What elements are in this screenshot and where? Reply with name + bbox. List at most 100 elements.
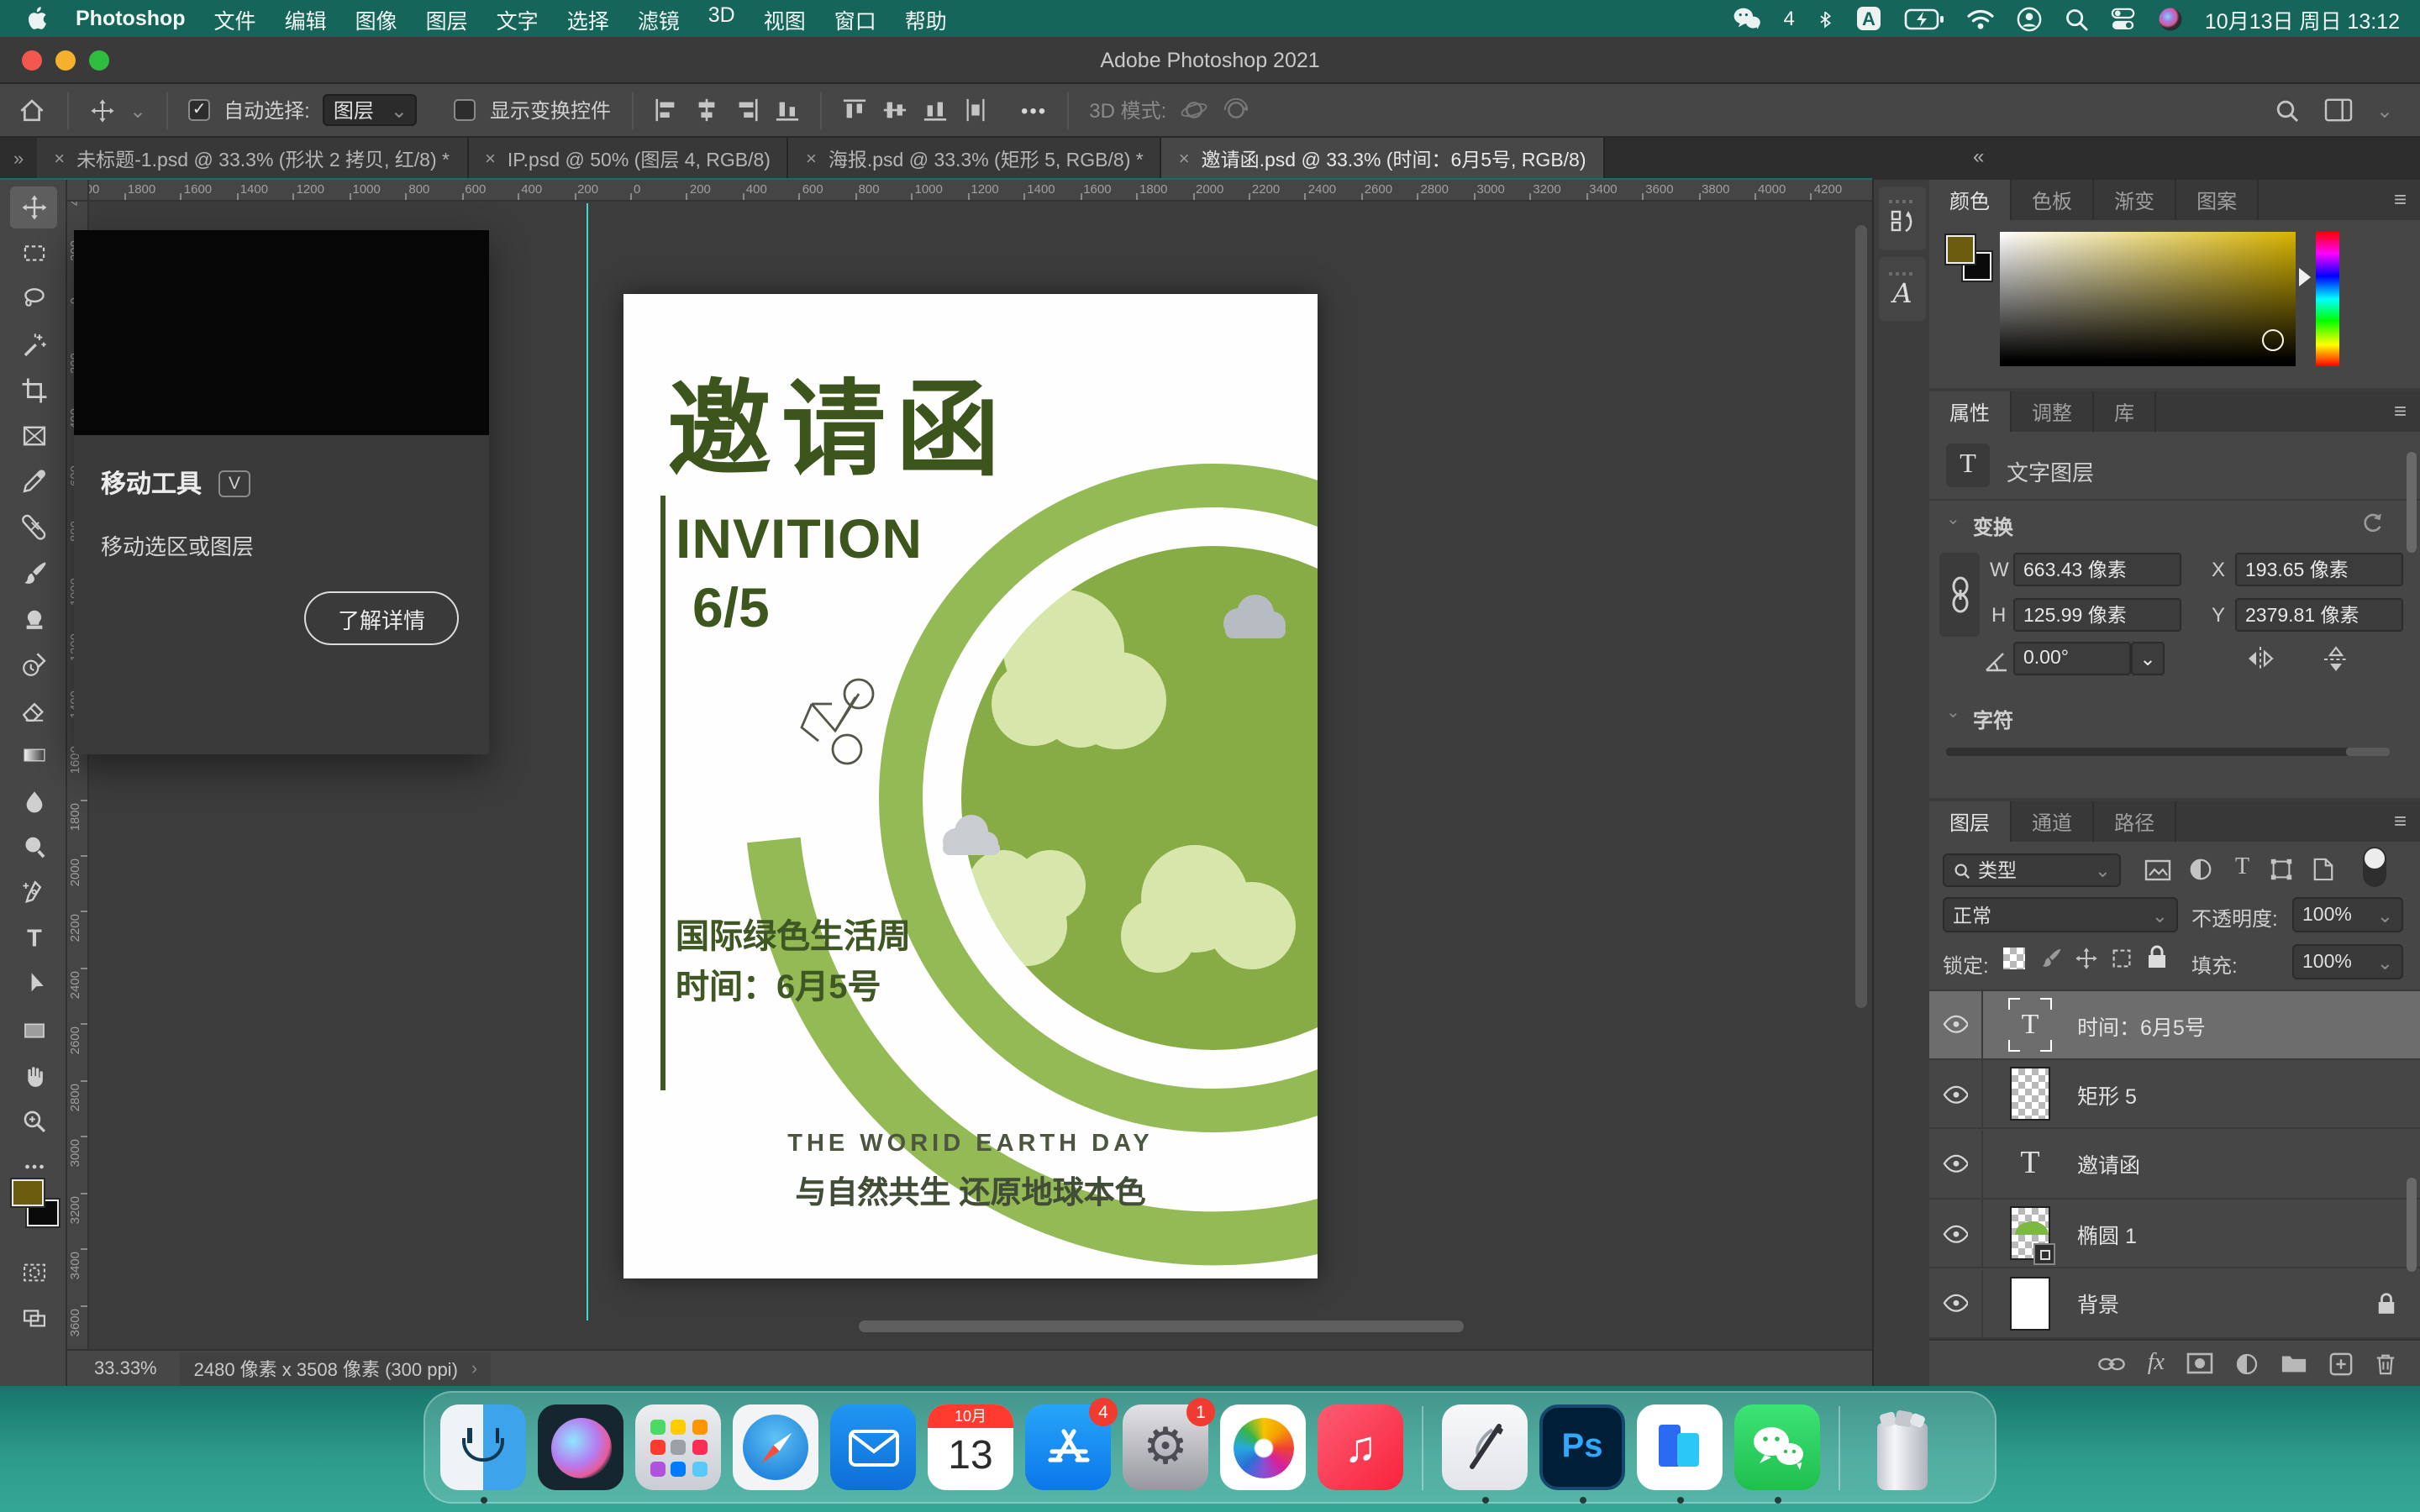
- align-bottom-edge-icon[interactable]: [922, 97, 947, 123]
- lock-position-icon[interactable]: [2074, 946, 2099, 971]
- rotation-angle-field[interactable]: 0.00°: [2013, 642, 2131, 675]
- poster-canvas[interactable]: 邀请函 INVITION 6/5 国际绿色生活周 时间：6月5号 THE WOR…: [623, 293, 1318, 1278]
- new-group-icon[interactable]: [2281, 1352, 2307, 1374]
- filter-smart-objects-icon[interactable]: [2312, 857, 2334, 882]
- vertical-scrollbar[interactable]: [1855, 225, 1867, 1008]
- panel-tab-路径[interactable]: 路径: [2094, 801, 2176, 842]
- hue-slider[interactable]: [2316, 232, 2339, 366]
- dock-app-appstore[interactable]: 4: [1025, 1404, 1111, 1490]
- properties-scrollbar[interactable]: [2407, 452, 2417, 553]
- brush-tool[interactable]: [10, 552, 57, 594]
- panel-tab-库[interactable]: 库: [2094, 391, 2156, 432]
- character-scrollbar-track[interactable]: [1946, 748, 2390, 756]
- document-tab-2[interactable]: ×IP.psd @ 50% (图层 4, RGB/8): [468, 138, 789, 180]
- filter-adjustment-layers-icon[interactable]: [2188, 857, 2213, 882]
- layers-scrollbar[interactable]: [2407, 1178, 2417, 1272]
- add-mask-icon[interactable]: [2186, 1352, 2213, 1374]
- foreground-color-swatch[interactable]: [1946, 235, 1975, 264]
- auto-select-checkbox[interactable]: ✓: [188, 99, 210, 121]
- layer-visibility-eye-icon[interactable]: [1929, 1131, 1983, 1198]
- width-field[interactable]: 663.43 像素: [2013, 553, 2181, 586]
- panel-tab-图层[interactable]: 图层: [1929, 801, 2012, 842]
- lock-artboard-icon[interactable]: [2109, 946, 2134, 971]
- lock-all-icon[interactable]: [2146, 944, 2168, 969]
- panel-tab-渐变[interactable]: 渐变: [2094, 180, 2176, 220]
- user-account-icon[interactable]: [2017, 6, 2042, 31]
- align-middle-icon[interactable]: [881, 97, 907, 123]
- eraser-tool[interactable]: [10, 689, 57, 731]
- marquee-tool[interactable]: [10, 232, 57, 274]
- history-panel-icon[interactable]: [1879, 186, 1926, 250]
- horizontal-scrollbar[interactable]: [859, 1320, 1464, 1332]
- menu-item-滤镜[interactable]: 滤镜: [638, 3, 680, 34]
- menu-item-帮助[interactable]: 帮助: [905, 3, 947, 34]
- dock-app-mail[interactable]: [830, 1404, 916, 1490]
- layer-row-邀请函[interactable]: T邀请函: [1929, 1131, 2420, 1200]
- transform-section-chevron[interactable]: ⌄: [1946, 511, 1960, 529]
- dock-app-tencent-docs[interactable]: [1637, 1404, 1723, 1490]
- panel-tab-颜色[interactable]: 颜色: [1929, 180, 2012, 220]
- delete-layer-icon[interactable]: [2375, 1352, 2396, 1375]
- align-center-h-icon[interactable]: [693, 97, 718, 123]
- distribute-horizontal-icon[interactable]: [962, 97, 987, 123]
- align-right-icon[interactable]: [734, 97, 759, 123]
- dock-app-safari[interactable]: [733, 1404, 818, 1490]
- menu-item-视图[interactable]: 视图: [764, 3, 806, 34]
- workspace-layout-icon[interactable]: [2324, 97, 2353, 123]
- flip-vertical-icon[interactable]: [2323, 645, 2349, 674]
- transform-reset-icon[interactable]: [2360, 511, 2385, 536]
- menu-item-窗口[interactable]: 窗口: [834, 3, 876, 34]
- spotlight-search-icon[interactable]: [2064, 6, 2089, 31]
- clone-stamp-tool[interactable]: [10, 598, 57, 640]
- dock-app-settings[interactable]: ⚙1: [1123, 1404, 1208, 1490]
- dodge-tool[interactable]: [10, 827, 57, 869]
- dock-app-preview[interactable]: [1442, 1404, 1528, 1490]
- angle-dropdown[interactable]: ⌄: [2131, 642, 2165, 675]
- blur-tool[interactable]: [10, 780, 57, 822]
- foreground-color-tool[interactable]: [12, 1179, 44, 1206]
- tab-close-icon[interactable]: ×: [54, 149, 65, 169]
- panel-tab-图案[interactable]: 图案: [2176, 180, 2259, 220]
- x-field[interactable]: 193.65 像素: [2235, 553, 2403, 586]
- zoom-tool[interactable]: [10, 1100, 57, 1142]
- apple-menu-icon[interactable]: [24, 5, 47, 32]
- auto-select-dropdown[interactable]: 图层⌄: [324, 94, 418, 126]
- control-center-icon[interactable]: [2111, 6, 2136, 31]
- gradient-tool[interactable]: [10, 735, 57, 777]
- layer-row-时间：6月5号[interactable]: T时间：6月5号: [1929, 991, 2420, 1060]
- panel-tab-通道[interactable]: 通道: [2012, 801, 2094, 842]
- filter-type-layers-icon[interactable]: T: [2235, 855, 2249, 882]
- 3d-roll-icon[interactable]: [1222, 96, 1250, 124]
- character-section-chevron[interactable]: ⌄: [1946, 704, 1960, 722]
- opacity-dropdown[interactable]: 100%⌄: [2292, 897, 2403, 932]
- more-align-options[interactable]: •••: [1021, 98, 1047, 122]
- quick-mask-tool[interactable]: [10, 1252, 57, 1294]
- healing-tool[interactable]: [10, 507, 57, 549]
- menu-item-文字[interactable]: 文字: [497, 3, 539, 34]
- layer-style-fx-icon[interactable]: fx: [2148, 1350, 2165, 1377]
- layer-row-矩形 5[interactable]: 矩形 5: [1929, 1061, 2420, 1130]
- eyedropper-tool[interactable]: [10, 460, 57, 502]
- glyphs-panel-icon[interactable]: A: [1879, 257, 1926, 321]
- panel-tab-调整[interactable]: 调整: [2012, 391, 2094, 432]
- layer-row-椭圆 1[interactable]: 椭圆 1: [1929, 1200, 2420, 1268]
- align-top-icon[interactable]: [841, 97, 866, 123]
- lasso-tool[interactable]: [10, 278, 57, 320]
- crop-tool[interactable]: [10, 370, 57, 412]
- history-brush-tool[interactable]: [10, 643, 57, 685]
- panel-tab-属性[interactable]: 属性: [1929, 391, 2012, 432]
- tab-overflow-icon[interactable]: »: [0, 138, 37, 180]
- tab-close-icon[interactable]: ×: [806, 149, 817, 169]
- menu-item-编辑[interactable]: 编辑: [285, 3, 327, 34]
- panel-collapse-icon[interactable]: «: [1973, 144, 1984, 168]
- flip-horizontal-icon[interactable]: [2245, 645, 2275, 672]
- tool-preset-chevron[interactable]: ⌄: [129, 98, 146, 122]
- menu-item-文件[interactable]: 文件: [214, 3, 256, 34]
- filter-pixel-layers-icon[interactable]: [2144, 858, 2171, 882]
- show-transform-checkbox[interactable]: [455, 99, 476, 121]
- tab-close-icon[interactable]: ×: [1179, 149, 1190, 169]
- bluetooth-icon[interactable]: [1817, 6, 1833, 31]
- layer-row-背景[interactable]: 背景: [1929, 1269, 2420, 1338]
- zoom-level-field[interactable]: 33.33%: [94, 1358, 157, 1378]
- layer-filtering-toggle[interactable]: [2363, 847, 2386, 887]
